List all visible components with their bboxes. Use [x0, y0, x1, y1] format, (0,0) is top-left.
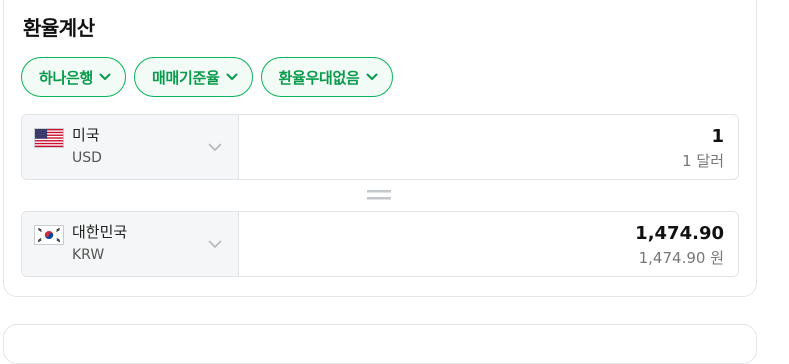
page-title: 환율계산: [23, 16, 95, 40]
chevron-down-icon: [99, 73, 111, 80]
bank-select-chip[interactable]: 하나은행: [21, 57, 127, 97]
currency-name: 미국: [72, 126, 100, 144]
next-card: [3, 324, 757, 364]
to-amount-box[interactable]: 1,474.90 1,474.90 원: [239, 212, 738, 276]
from-amount-box[interactable]: 1 1 달러: [239, 115, 738, 179]
from-currency-row: 미국 USD 1 1 달러: [21, 114, 739, 180]
preferential-rate-chip[interactable]: 환율우대없음: [260, 57, 393, 97]
currency-code: KRW: [72, 247, 105, 263]
to-currency-row: 대한민국 KRW 1,474.90 1,474.90 원: [21, 211, 739, 277]
chevron-down-icon: [208, 240, 222, 248]
chip-label: 하나은행: [39, 68, 94, 87]
equals-icon: [367, 190, 391, 200]
chip-label: 매매기준율: [152, 68, 220, 87]
kr-flag-icon: [34, 225, 64, 245]
us-flag-icon: [34, 128, 64, 148]
from-amount-input[interactable]: 1: [711, 125, 724, 149]
to-amount-text: 1,474.90 원: [638, 249, 724, 267]
chevron-down-icon: [208, 143, 222, 151]
rate-type-chip[interactable]: 매매기준율: [134, 57, 253, 97]
to-currency-select[interactable]: 대한민국 KRW: [22, 212, 239, 276]
chevron-down-icon: [226, 73, 238, 80]
from-currency-select[interactable]: 미국 USD: [22, 115, 239, 179]
filter-chips: 하나은행 매매기준율 환율우대없음: [21, 57, 393, 97]
to-amount-input[interactable]: 1,474.90: [635, 222, 724, 246]
from-amount-text: 1 달러: [682, 152, 724, 170]
chevron-down-icon: [366, 73, 378, 80]
currency-code: USD: [72, 150, 102, 166]
currency-name: 대한민국: [72, 223, 128, 241]
chip-label: 환율우대없음: [278, 68, 360, 87]
